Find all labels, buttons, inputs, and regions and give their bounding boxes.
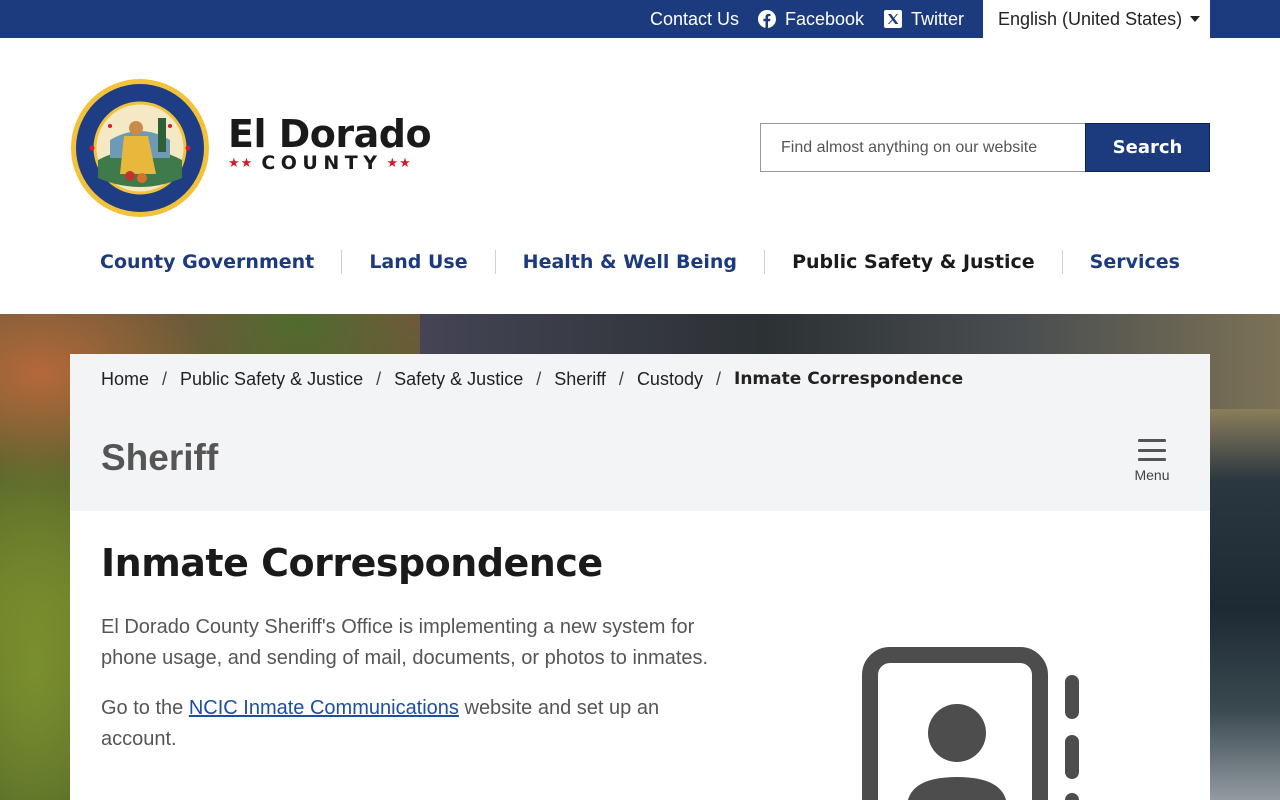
- search-input[interactable]: [760, 123, 1085, 172]
- facebook-icon: [758, 10, 776, 28]
- facebook-label: Facebook: [785, 8, 865, 29]
- nav-services[interactable]: Services: [1090, 251, 1180, 273]
- language-value: English (United States): [998, 8, 1183, 29]
- stars-right-icon: ★★: [386, 155, 412, 170]
- stars-left-icon: ★★: [228, 155, 254, 170]
- nav-health-well-being[interactable]: Health & Well Being: [523, 251, 737, 273]
- breadcrumb-custody[interactable]: Custody: [637, 369, 703, 390]
- nav-divider: [1061, 250, 1063, 274]
- breadcrumb-separator: /: [536, 368, 542, 389]
- nav-divider: [341, 250, 343, 274]
- breadcrumb-separator: /: [376, 368, 382, 389]
- contact-us-link[interactable]: Contact Us: [650, 0, 739, 38]
- nav-divider: [764, 250, 766, 274]
- hero-sea: [1210, 409, 1280, 800]
- facebook-link[interactable]: Facebook: [758, 0, 864, 38]
- section-menu-button[interactable]: Menu: [1128, 436, 1176, 484]
- nav-county-government[interactable]: County Government: [100, 251, 314, 273]
- breadcrumb-public-safety-justice[interactable]: Public Safety & Justice: [180, 369, 363, 390]
- nav-land-use[interactable]: Land Use: [369, 251, 467, 273]
- breadcrumb-separator: /: [618, 368, 624, 389]
- logo-name: El Dorado: [228, 112, 432, 156]
- breadcrumb-current: Inmate Correspondence: [734, 369, 964, 389]
- county-wordmark[interactable]: El Dorado ★★ COUNTY ★★: [228, 112, 432, 174]
- breadcrumb-home[interactable]: Home: [101, 369, 149, 390]
- hamburger-icon: [1138, 439, 1166, 461]
- instructions-text-before: Go to the: [101, 697, 189, 719]
- x-twitter-icon: [884, 10, 902, 28]
- page-title: Inmate Correspondence: [101, 541, 603, 585]
- twitter-link[interactable]: Twitter: [884, 0, 964, 38]
- menu-label: Menu: [1134, 467, 1170, 483]
- instructions-paragraph: Go to the NCIC Inmate Communications web…: [101, 693, 726, 755]
- breadcrumb: Home / Public Safety & Justice / Safety …: [101, 366, 963, 392]
- breadcrumb-separator: /: [162, 368, 168, 389]
- ncic-inmate-communications-link[interactable]: NCIC Inmate Communications: [189, 697, 459, 719]
- nav-divider: [494, 250, 496, 274]
- breadcrumb-sheriff[interactable]: Sheriff: [554, 369, 606, 390]
- county-seal-logo[interactable]: [70, 78, 210, 218]
- language-select[interactable]: English (United States): [983, 0, 1210, 38]
- intro-paragraph: El Dorado County Sheriff's Office is imp…: [101, 616, 709, 669]
- breadcrumb-safety-justice[interactable]: Safety & Justice: [394, 369, 523, 390]
- section-title: Sheriff: [101, 437, 219, 478]
- search-button[interactable]: Search: [1085, 123, 1210, 172]
- logo-county: COUNTY: [261, 152, 383, 174]
- caret-down-icon: [1190, 16, 1200, 22]
- main-navigation: County Government Land Use Health & Well…: [70, 240, 1210, 284]
- nav-public-safety-justice[interactable]: Public Safety & Justice: [792, 251, 1035, 273]
- breadcrumb-separator: /: [715, 368, 721, 389]
- contact-book-icon: [860, 645, 1085, 800]
- twitter-label: Twitter: [911, 8, 965, 29]
- utility-bar: Contact Us Facebook Twitter English (Uni…: [0, 0, 1280, 38]
